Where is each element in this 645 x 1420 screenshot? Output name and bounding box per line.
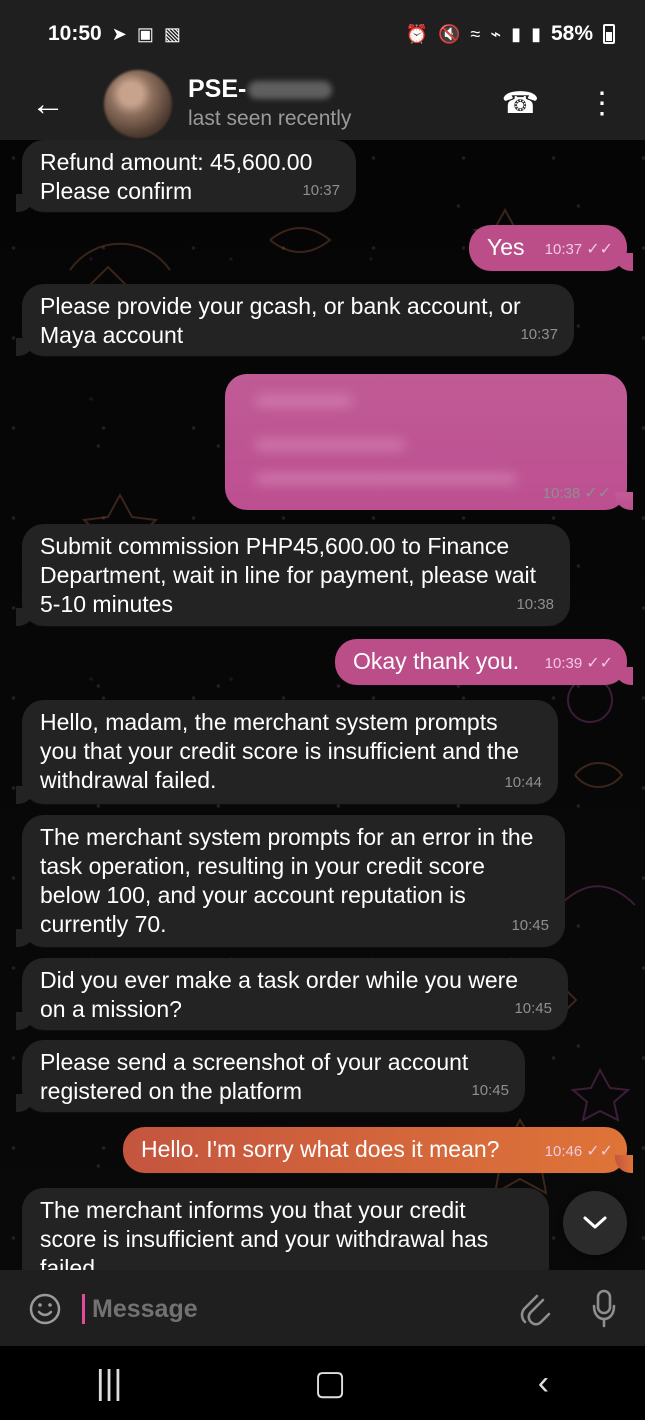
volte-icon: ⌁ xyxy=(490,23,502,44)
message-time: 10:44 xyxy=(504,774,542,791)
message-bubble[interactable]: Refund amount: 45,600.00 Please confirm … xyxy=(16,140,356,212)
home-icon[interactable]: ▢ xyxy=(314,1366,346,1400)
message-time: 10:45 xyxy=(471,1082,509,1099)
avatar[interactable] xyxy=(104,70,172,138)
alarm-icon: ⏰ xyxy=(405,23,428,44)
message-time: 10:46 ✓✓ xyxy=(545,1137,613,1166)
blurred-line xyxy=(255,474,517,484)
image-icon: ▧ xyxy=(163,23,181,44)
blurred-line xyxy=(255,440,405,450)
message-text: Hello. I'm sorry what does it mean? xyxy=(141,1136,500,1162)
message-bubble[interactable]: The merchant informs you that your credi… xyxy=(22,1188,549,1270)
blurred-name-part xyxy=(248,80,333,99)
message-bubble[interactable]: Did you ever make a task order while you… xyxy=(16,958,568,1030)
message-composer xyxy=(0,1270,645,1346)
message-time: 10:38 ✓✓ xyxy=(543,483,611,503)
status-bar: 10:50 ➤ ▣ ▧ ⏰ 🔇 ≈ ⌁ ▮ ▮ 58% xyxy=(0,0,645,68)
microphone-icon[interactable] xyxy=(589,1288,619,1328)
chevron-down-icon xyxy=(583,1216,607,1229)
message-time: 10:37 xyxy=(302,182,340,199)
recent-apps-icon[interactable]: ||| xyxy=(96,1366,123,1400)
message-time: 10:45 xyxy=(514,1000,552,1017)
message-time: 10:37 xyxy=(520,326,558,343)
message-time: 10:38 xyxy=(516,596,554,613)
contact-title: PSE- xyxy=(188,75,351,104)
more-vertical-icon[interactable]: ⋮ xyxy=(587,86,617,121)
message-input[interactable] xyxy=(90,1288,474,1330)
message-bubble[interactable]: Please send a screenshot of your account… xyxy=(16,1040,525,1112)
message-text: The merchant informs you that your credi… xyxy=(40,1197,489,1270)
signal-icon: ▮ xyxy=(531,23,541,44)
message-text: Please provide your gcash, or bank accou… xyxy=(40,293,521,348)
message-bubble[interactable]: Yes 10:37 ✓✓ xyxy=(469,225,633,271)
message-bubble[interactable]: Please provide your gcash, or bank accou… xyxy=(16,284,574,356)
message-time: 10:45 xyxy=(511,917,549,934)
blurred-line xyxy=(255,396,353,406)
status-right: ⏰ 🔇 ≈ ⌁ ▮ ▮ 58% xyxy=(406,22,615,46)
android-navigation-bar: ||| ▢ ‹ xyxy=(0,1346,645,1420)
back-icon[interactable]: ‹ xyxy=(538,1366,549,1400)
phone-icon[interactable]: ☎ xyxy=(502,86,539,121)
message-time-value: 10:38 xyxy=(542,485,581,502)
header-actions: ☎ ⋮ xyxy=(502,86,617,121)
message-time-value: 10:46 xyxy=(544,1143,583,1160)
message-bubble[interactable]: Hello. I'm sorry what does it mean? 10:4… xyxy=(123,1127,633,1173)
contact-name: PSE- xyxy=(188,75,247,103)
paperclip-icon[interactable] xyxy=(519,1290,553,1328)
message-bubble[interactable]: Hello, madam, the merchant system prompt… xyxy=(16,700,558,804)
battery-percentage: 58% xyxy=(550,22,593,45)
text-cursor xyxy=(82,1294,85,1324)
battery-icon xyxy=(603,24,615,44)
chat-area[interactable]: Refund amount: 45,600.00 Please confirm … xyxy=(0,140,645,1270)
wifi-icon: ≈ xyxy=(470,23,481,44)
message-time: 10:37 ✓✓ xyxy=(545,235,613,264)
back-button[interactable]: ← xyxy=(0,85,96,124)
double-check-icon: ✓✓ xyxy=(586,655,613,672)
message-text: The merchant system prompts for an error… xyxy=(40,824,534,937)
shopping-bag-icon: ▣ xyxy=(136,23,154,44)
message-bubble[interactable]: The merchant system prompts for an error… xyxy=(16,815,565,947)
message-time: 10:39 ✓✓ xyxy=(545,649,613,678)
scroll-down-button[interactable] xyxy=(563,1191,627,1255)
message-text: Did you ever make a task order while you… xyxy=(40,967,519,1022)
status-time: 10:50 xyxy=(48,22,102,45)
mute-icon: 🔇 xyxy=(438,23,461,44)
contact-info[interactable]: PSE- last seen recently xyxy=(188,75,351,131)
chat-header: ← PSE- last seen recently ☎ ⋮ xyxy=(0,68,645,140)
double-check-icon: ✓✓ xyxy=(584,485,611,502)
message-bubble[interactable]: Submit commission PHP45,600.00 to Financ… xyxy=(16,524,570,626)
message-text: Submit commission PHP45,600.00 to Financ… xyxy=(40,533,537,617)
location-arrow-icon: ➤ xyxy=(111,23,127,44)
last-seen: last seen recently xyxy=(188,107,352,130)
arrow-left-icon: ← xyxy=(31,84,65,123)
double-check-icon: ✓✓ xyxy=(586,1143,613,1160)
message-time-value: 10:37 xyxy=(544,241,583,258)
double-check-icon: ✓✓ xyxy=(586,241,613,258)
signal-icon: ▮ xyxy=(511,23,522,44)
message-bubble[interactable]: Okay thank you. 10:39 ✓✓ xyxy=(335,639,633,685)
message-text: Hello, madam, the merchant system prompt… xyxy=(40,709,520,793)
status-left: 10:50 ➤ ▣ ▧ xyxy=(48,22,181,46)
message-time-value: 10:39 xyxy=(544,655,583,672)
smile-icon[interactable] xyxy=(28,1292,62,1326)
message-text: Refund amount: 45,600.00 Please confirm xyxy=(40,149,313,204)
message-text: Please send a screenshot of your account… xyxy=(40,1049,469,1104)
blurred-account-message[interactable]: 10:38 ✓✓ xyxy=(225,374,633,510)
